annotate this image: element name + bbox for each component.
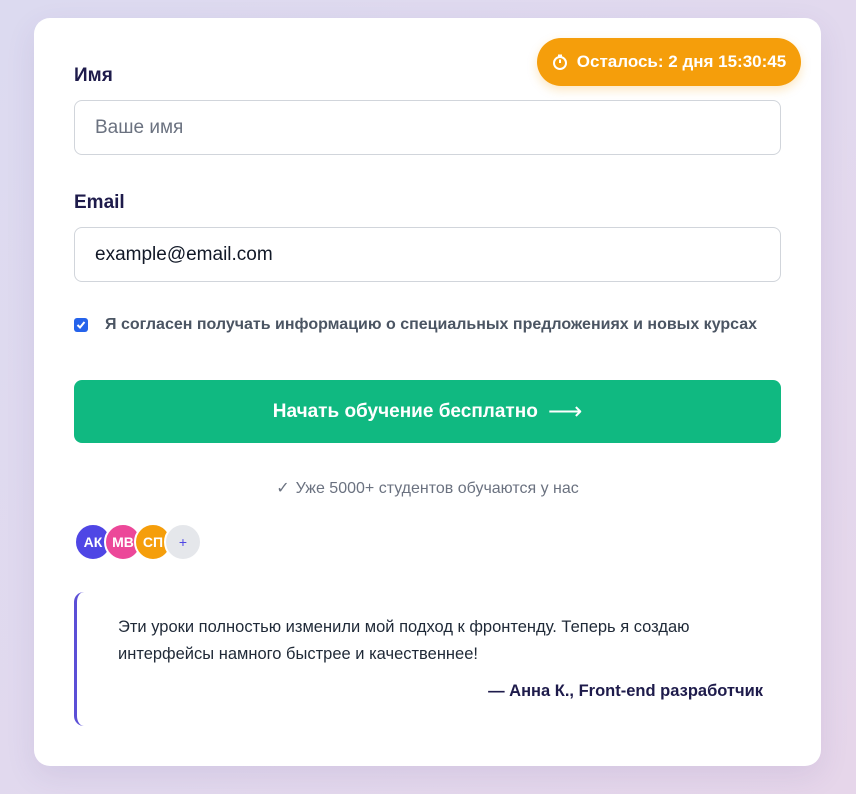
consent-checkbox[interactable] — [74, 318, 88, 332]
consent-row: Я согласен получать информацию о специал… — [74, 316, 757, 334]
check-icon: ✓ — [276, 480, 290, 497]
countdown-badge: Осталось: 2 дня 15:30:45 — [537, 38, 801, 86]
start-learning-button[interactable]: Начать обучение бесплатно ⟶ — [74, 380, 781, 443]
testimonial-author: — Анна К., Front-end разработчик — [488, 682, 763, 700]
countdown-text: Осталось: 2 дня 15:30:45 — [576, 52, 787, 71]
name-label: Имя — [74, 65, 113, 86]
stopwatch-icon — [552, 54, 567, 70]
signup-card: Осталось: 2 дня 15:30:45 Имя Email Я сог… — [34, 18, 821, 766]
name-input[interactable] — [74, 100, 781, 155]
testimonial-quote: Эти уроки полностью изменили мой подход … — [118, 618, 690, 663]
email-input[interactable] — [74, 227, 781, 282]
start-learning-label: Начать обучение бесплатно — [272, 400, 538, 422]
email-label: Email — [74, 192, 125, 213]
arrow-right-icon: ⟶ — [547, 398, 583, 425]
testimonial: Эти уроки полностью изменили мой подход … — [74, 592, 781, 726]
checkmark-icon — [76, 321, 86, 329]
more-students-avatar: + — [164, 523, 202, 561]
consent-label: Я согласен получать информацию о специал… — [105, 316, 758, 333]
social-proof-text: Уже 5000+ студентов обучаются у нас — [295, 480, 579, 497]
social-proof: ✓ Уже 5000+ студентов обучаются у нас — [34, 478, 821, 498]
